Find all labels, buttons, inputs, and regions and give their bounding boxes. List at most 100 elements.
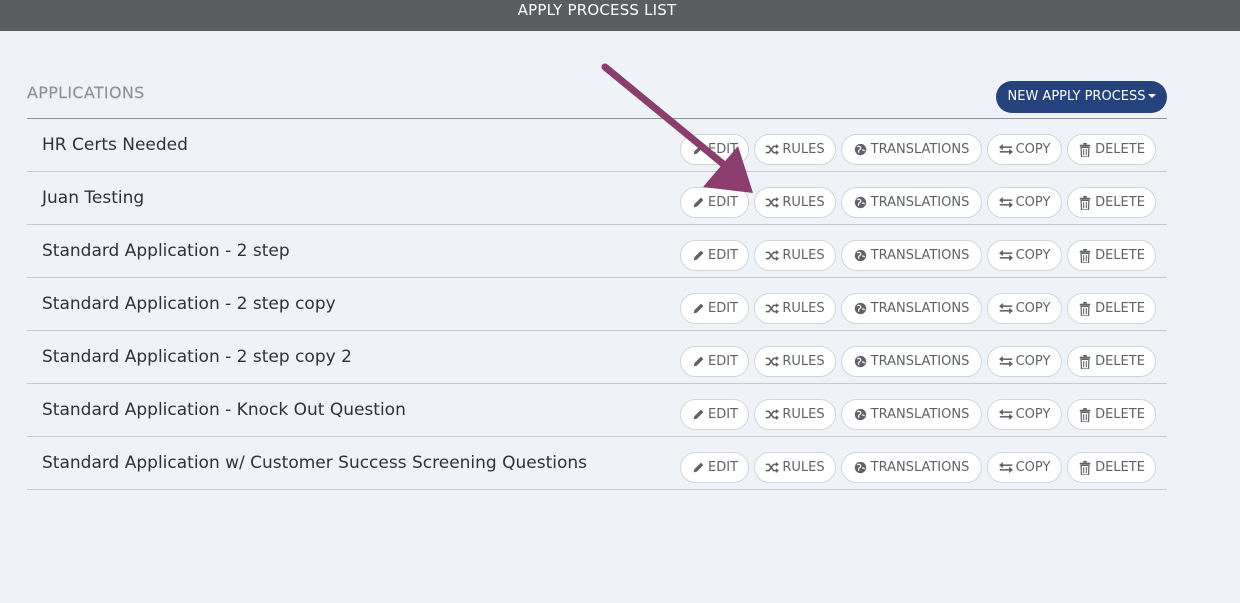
copy-label: COPY bbox=[1015, 301, 1051, 316]
list-item: Standard Application - 2 step copy EDIT … bbox=[27, 278, 1167, 331]
edit-button[interactable]: EDIT bbox=[680, 452, 749, 483]
globe-icon bbox=[854, 249, 868, 263]
application-name[interactable]: Standard Application - Knock Out Questio… bbox=[42, 400, 406, 420]
delete-button[interactable]: DELETE bbox=[1067, 346, 1156, 377]
copy-button[interactable]: COPY bbox=[987, 399, 1062, 430]
list-item: Standard Application - 2 step EDIT RULES… bbox=[27, 225, 1167, 278]
translations-button[interactable]: TRANSLATIONS bbox=[841, 346, 982, 377]
caret-down-icon bbox=[1147, 93, 1156, 98]
delete-button[interactable]: DELETE bbox=[1067, 452, 1156, 483]
rules-button[interactable]: RULES bbox=[754, 240, 836, 271]
list-item: Standard Application - 2 step copy 2 EDI… bbox=[27, 331, 1167, 384]
application-name[interactable]: Standard Application - 2 step bbox=[42, 241, 290, 261]
translations-button[interactable]: TRANSLATIONS bbox=[841, 293, 982, 324]
globe-icon bbox=[854, 461, 868, 475]
rules-button[interactable]: RULES bbox=[754, 293, 836, 324]
rules-label: RULES bbox=[782, 354, 825, 369]
new-apply-process-label: NEW APPLY PROCESS bbox=[1007, 89, 1146, 104]
delete-label: DELETE bbox=[1095, 195, 1145, 210]
rules-button[interactable]: RULES bbox=[754, 187, 836, 218]
application-name[interactable]: Standard Application - 2 step copy bbox=[42, 294, 336, 314]
edit-button[interactable]: EDIT bbox=[680, 293, 749, 324]
rules-label: RULES bbox=[782, 195, 825, 210]
swap-arrows-icon bbox=[998, 249, 1013, 263]
row-actions: EDIT RULES TRANSLATIONS COPY DELETE bbox=[680, 240, 1156, 271]
edit-button[interactable]: EDIT bbox=[680, 187, 749, 218]
delete-label: DELETE bbox=[1095, 354, 1145, 369]
applications-heading: APPLICATIONS bbox=[27, 83, 145, 102]
shuffle-icon bbox=[765, 302, 780, 316]
copy-button[interactable]: COPY bbox=[987, 240, 1062, 271]
row-actions: EDIT RULES TRANSLATIONS COPY DELETE bbox=[680, 187, 1156, 218]
translations-button[interactable]: TRANSLATIONS bbox=[841, 452, 982, 483]
copy-label: COPY bbox=[1015, 407, 1051, 422]
delete-button[interactable]: DELETE bbox=[1067, 134, 1156, 165]
copy-label: COPY bbox=[1015, 142, 1051, 157]
copy-button[interactable]: COPY bbox=[987, 293, 1062, 324]
trash-icon bbox=[1078, 248, 1092, 263]
pencil-icon bbox=[691, 302, 705, 316]
translations-label: TRANSLATIONS bbox=[870, 354, 970, 369]
copy-button[interactable]: COPY bbox=[987, 134, 1062, 165]
rules-button[interactable]: RULES bbox=[754, 399, 836, 430]
swap-arrows-icon bbox=[998, 302, 1013, 316]
delete-button[interactable]: DELETE bbox=[1067, 187, 1156, 218]
application-name[interactable]: Juan Testing bbox=[42, 188, 144, 208]
delete-button[interactable]: DELETE bbox=[1067, 240, 1156, 271]
rules-button[interactable]: RULES bbox=[754, 346, 836, 377]
edit-button[interactable]: EDIT bbox=[680, 399, 749, 430]
application-name[interactable]: Standard Application w/ Customer Success… bbox=[42, 453, 587, 473]
translations-label: TRANSLATIONS bbox=[870, 460, 970, 475]
page-title: APPLY PROCESS LIST bbox=[517, 1, 677, 19]
copy-label: COPY bbox=[1015, 354, 1051, 369]
shuffle-icon bbox=[765, 143, 780, 157]
row-actions: EDIT RULES TRANSLATIONS COPY DELETE bbox=[680, 134, 1156, 165]
delete-button[interactable]: DELETE bbox=[1067, 399, 1156, 430]
row-actions: EDIT RULES TRANSLATIONS COPY DELETE bbox=[680, 346, 1156, 377]
translations-button[interactable]: TRANSLATIONS bbox=[841, 240, 982, 271]
globe-icon bbox=[854, 302, 868, 316]
delete-label: DELETE bbox=[1095, 142, 1145, 157]
application-name[interactable]: Standard Application - 2 step copy 2 bbox=[42, 347, 352, 367]
translations-label: TRANSLATIONS bbox=[870, 248, 970, 263]
rules-button[interactable]: RULES bbox=[754, 452, 836, 483]
edit-label: EDIT bbox=[708, 248, 738, 263]
copy-button[interactable]: COPY bbox=[987, 452, 1062, 483]
rules-label: RULES bbox=[782, 460, 825, 475]
delete-label: DELETE bbox=[1095, 301, 1145, 316]
edit-button[interactable]: EDIT bbox=[680, 346, 749, 377]
translations-label: TRANSLATIONS bbox=[870, 301, 970, 316]
swap-arrows-icon bbox=[998, 196, 1013, 210]
row-actions: EDIT RULES TRANSLATIONS COPY DELETE bbox=[680, 452, 1156, 483]
list-item: Standard Application - Knock Out Questio… bbox=[27, 384, 1167, 437]
rules-label: RULES bbox=[782, 142, 825, 157]
globe-icon bbox=[854, 355, 868, 369]
swap-arrows-icon bbox=[998, 461, 1013, 475]
edit-button[interactable]: EDIT bbox=[680, 240, 749, 271]
delete-label: DELETE bbox=[1095, 407, 1145, 422]
copy-button[interactable]: COPY bbox=[987, 346, 1062, 377]
swap-arrows-icon bbox=[998, 143, 1013, 157]
list-item: Juan Testing EDIT RULES TRANSLATIONS COP… bbox=[27, 172, 1167, 225]
translations-button[interactable]: TRANSLATIONS bbox=[841, 399, 982, 430]
copy-button[interactable]: COPY bbox=[987, 187, 1062, 218]
application-name[interactable]: HR Certs Needed bbox=[42, 135, 188, 155]
new-apply-process-button[interactable]: NEW APPLY PROCESS bbox=[996, 81, 1167, 113]
edit-label: EDIT bbox=[708, 354, 738, 369]
swap-arrows-icon bbox=[998, 408, 1013, 422]
delete-label: DELETE bbox=[1095, 248, 1145, 263]
trash-icon bbox=[1078, 354, 1092, 369]
rules-label: RULES bbox=[782, 248, 825, 263]
translations-button[interactable]: TRANSLATIONS bbox=[841, 134, 982, 165]
trash-icon bbox=[1078, 407, 1092, 422]
translations-label: TRANSLATIONS bbox=[870, 195, 970, 210]
row-actions: EDIT RULES TRANSLATIONS COPY DELETE bbox=[680, 399, 1156, 430]
rules-button[interactable]: RULES bbox=[754, 134, 836, 165]
edit-label: EDIT bbox=[708, 142, 738, 157]
translations-button[interactable]: TRANSLATIONS bbox=[841, 187, 982, 218]
translations-label: TRANSLATIONS bbox=[870, 142, 970, 157]
pencil-icon bbox=[691, 461, 705, 475]
shuffle-icon bbox=[765, 196, 780, 210]
delete-button[interactable]: DELETE bbox=[1067, 293, 1156, 324]
edit-button[interactable]: EDIT bbox=[680, 134, 749, 165]
